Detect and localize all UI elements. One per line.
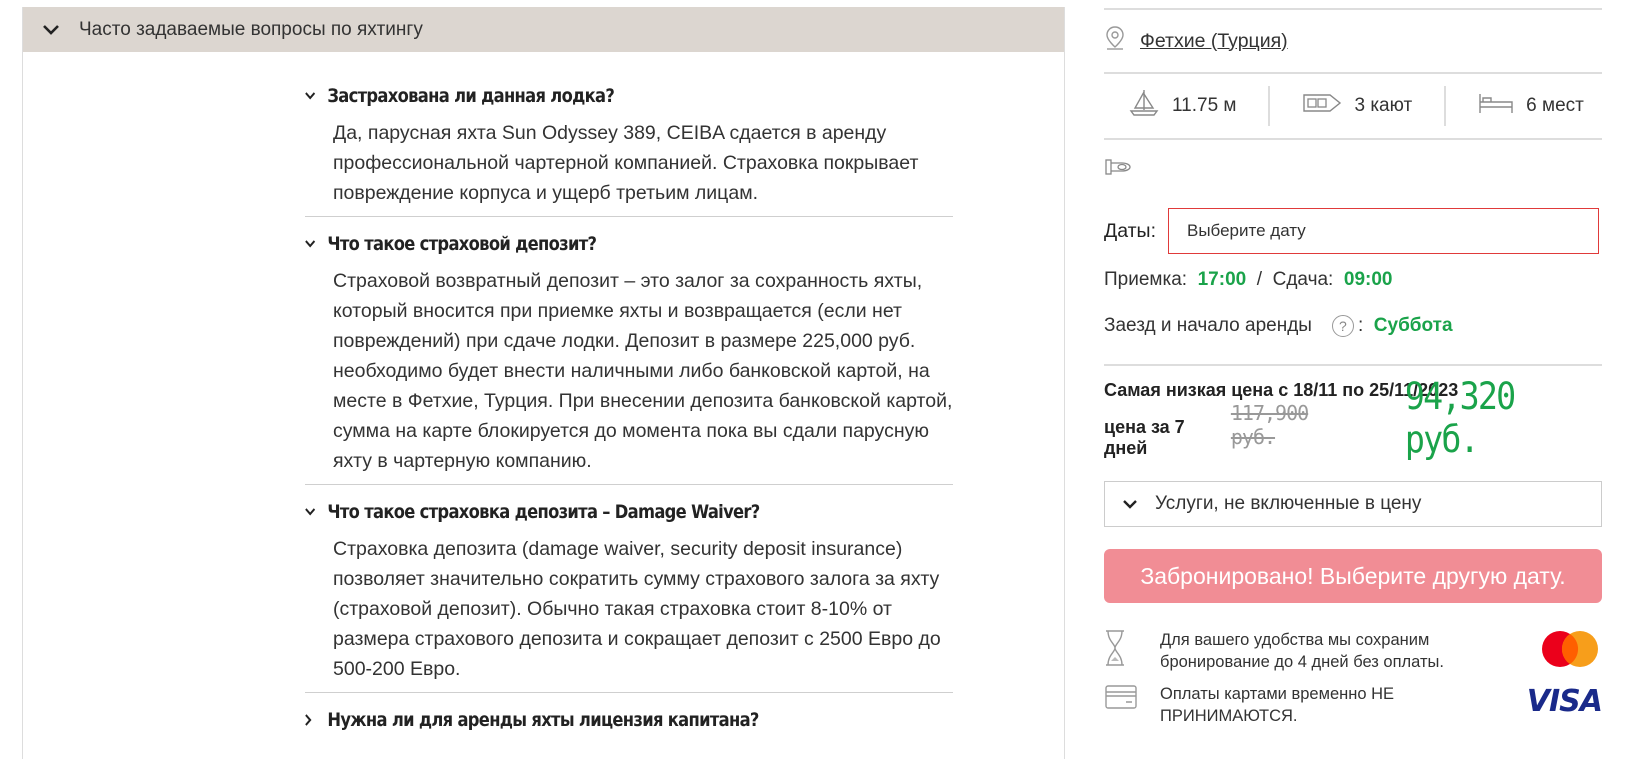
- sailboat-icon: [1128, 88, 1172, 124]
- time-separator: /: [1256, 269, 1263, 290]
- mastercard-icon: [1538, 629, 1602, 674]
- spec-cabins: 3 кают: [1302, 92, 1412, 120]
- faq-answer: Страховой возвратный депозит – это залог…: [333, 270, 953, 472]
- date-picker-input[interactable]: [1168, 208, 1599, 254]
- chevron-down-icon: [305, 508, 322, 516]
- help-icon[interactable]: ?: [1331, 315, 1354, 337]
- checkin-time: 17:00: [1197, 269, 1247, 290]
- hourglass-icon: [1104, 629, 1160, 673]
- faq-item: Что такое страховка депозита – Damage Wa…: [305, 497, 953, 693]
- bed-icon: [1478, 91, 1526, 121]
- faq-item: Нужна ли для аренды яхты лицензия капита…: [305, 705, 953, 735]
- faq-list: Застрахована ли данная лодка? Да, парусн…: [305, 69, 953, 735]
- old-price: 117,900 руб.: [1230, 401, 1309, 449]
- credit-card-icon: [1104, 683, 1160, 717]
- start-day-label: Заезд и начало аренды: [1104, 315, 1312, 336]
- faq-answer: Страховка депозита (damage waiver, secur…: [333, 538, 941, 680]
- spec-berths-value: 6 мест: [1526, 95, 1584, 116]
- times-row: Приемка: 17:00 / Сдача: 09:00: [1104, 266, 1602, 294]
- faq-panel: Часто задаваемые вопросы по яхтингу Заст…: [22, 7, 1065, 759]
- card-logos: VISA: [1526, 629, 1603, 719]
- dates-row: Даты:: [1104, 208, 1602, 254]
- faq-question-text: Нужна ли для аренды яхты лицензия капита…: [327, 709, 759, 731]
- faq-question[interactable]: Что такое страховка депозита – Damage Wa…: [305, 497, 862, 527]
- price-period-label: цена за 7 дней: [1104, 417, 1185, 458]
- hold-note: Для вашего удобства мы сохраним брониров…: [1160, 631, 1444, 671]
- spec-berths: 6 мест: [1478, 91, 1584, 121]
- visa-logo: VISA: [1526, 684, 1603, 719]
- faq-item: Застрахована ли данная лодка? Да, парусн…: [305, 81, 953, 217]
- start-day-colon: :: [1357, 315, 1364, 336]
- chevron-down-icon: [41, 20, 61, 40]
- faq-question-text: Что такое страховой депозит?: [327, 233, 597, 255]
- faq-header[interactable]: Часто задаваемые вопросы по яхтингу: [23, 7, 1064, 52]
- services-dropdown[interactable]: Услуги, не включенные в цену: [1104, 481, 1602, 527]
- divider: [1444, 86, 1447, 126]
- faq-answer: Да, парусная яхта Sun Odyssey 389, CEIBA…: [333, 122, 919, 204]
- faq-question-text: Что такое страховка депозита – Damage Wa…: [327, 501, 760, 523]
- price-row: цена за 7 дней 117,900 руб. 94,320 руб.: [1104, 375, 1602, 461]
- toilet-icon: [1104, 157, 1132, 182]
- location-link[interactable]: Фетхие (Турция): [1140, 30, 1288, 53]
- faq-question-text: Застрахована ли данная лодка?: [327, 85, 615, 107]
- cabin-icon: [1302, 92, 1354, 120]
- spec-length-value: 11.75 м: [1172, 95, 1237, 116]
- start-day-value: Суббота: [1373, 315, 1453, 336]
- faq-header-title: Часто задаваемые вопросы по яхтингу: [79, 18, 423, 40]
- amenities-row: [1104, 140, 1602, 198]
- services-label: Услуги, не включенные в цену: [1155, 493, 1422, 514]
- chevron-down-icon: [305, 92, 322, 100]
- checkout-label: Сдача:: [1272, 269, 1334, 290]
- chevron-down-icon: [305, 240, 322, 248]
- chevron-down-icon: [1123, 499, 1137, 509]
- new-price: 94,320 руб.: [1404, 375, 1516, 461]
- faq-question[interactable]: Застрахована ли данная лодка?: [305, 81, 862, 111]
- divider: [1268, 86, 1271, 126]
- spec-cabins-value: 3 кают: [1354, 95, 1413, 116]
- payment-info: Для вашего удобства мы сохраним брониров…: [1104, 629, 1603, 739]
- booking-sidebar: Фетхие (Турция) 11.75 м 3 кают 6 мест Да…: [1104, 0, 1603, 739]
- location-row: Фетхие (Турция): [1104, 10, 1602, 72]
- dates-label: Даты:: [1104, 219, 1156, 242]
- chevron-right-icon: [305, 714, 322, 726]
- card-note: Оплаты картами временно НЕ ПРИНИМАЮТСЯ.: [1160, 685, 1395, 725]
- start-day-row: Заезд и начало аренды ? : Суббота: [1104, 312, 1602, 340]
- book-button[interactable]: Забронировано! Выберите другую дату.: [1104, 549, 1602, 603]
- faq-question[interactable]: Что такое страховой депозит?: [305, 229, 862, 259]
- faq-question[interactable]: Нужна ли для аренды яхты лицензия капита…: [305, 705, 862, 735]
- spec-length: 11.75 м: [1128, 88, 1236, 124]
- location-pin-icon: [1104, 25, 1126, 57]
- checkout-time: 09:00: [1343, 269, 1393, 290]
- faq-item: Что такое страховой депозит? Страховой в…: [305, 229, 953, 485]
- specs-row: 11.75 м 3 кают 6 мест: [1104, 74, 1602, 138]
- checkin-label: Приемка:: [1104, 269, 1188, 290]
